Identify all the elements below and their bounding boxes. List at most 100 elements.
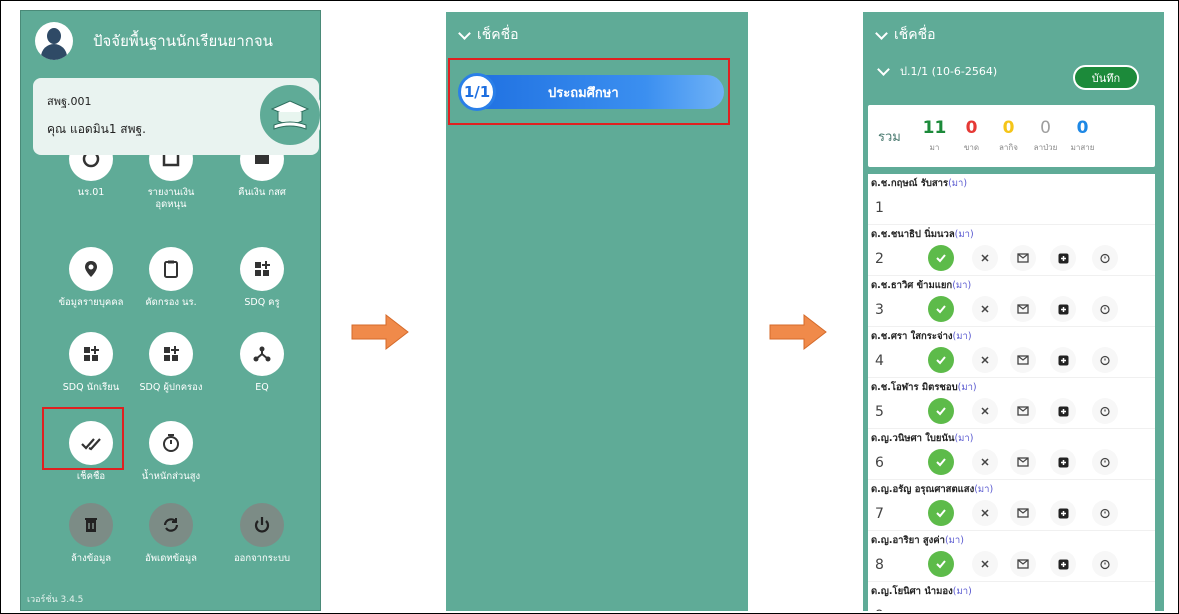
menu-tile-eq[interactable]: EQ <box>217 332 307 394</box>
student-number: 3 <box>875 302 884 318</box>
student-number: 2 <box>875 251 884 267</box>
student-row: ด.ช.ชนาธิป นิ่มนวล(มา) 2 <box>868 225 1155 276</box>
late-clock-icon[interactable] <box>1092 296 1118 322</box>
sick-plus-icon[interactable] <box>1050 500 1076 526</box>
student-number: 7 <box>875 506 884 522</box>
student-name: ด.ช.โอฬาร มิตรชอบ(มา) <box>871 382 977 393</box>
late-clock-icon[interactable] <box>1092 449 1118 475</box>
student-name: ด.ญ.อรัญ อรุณศาสตแสง(มา) <box>871 484 994 495</box>
student-name: ด.ช.ธาวิศ ข้ามแยก(มา) <box>871 280 972 291</box>
sick-plus-icon[interactable] <box>1050 398 1076 424</box>
leave-mail-icon[interactable] <box>1010 551 1036 577</box>
check-name-header[interactable]: เช็คชื่อ <box>458 24 519 46</box>
grid-plus-icon <box>69 332 113 376</box>
menu-tile-screening[interactable]: คัดกรอง นร. <box>126 247 216 309</box>
location-pin-icon <box>69 247 113 291</box>
student-status: (มา) <box>952 586 972 597</box>
header-title: เช็คชื่อ <box>894 27 936 43</box>
student-name: ด.ญ.โยนิศา นำมอง(มา) <box>871 586 972 597</box>
late-clock-icon[interactable] <box>1092 398 1118 424</box>
present-check-icon[interactable] <box>928 245 954 271</box>
sync-icon <box>149 503 193 547</box>
leave-mail-icon[interactable] <box>1010 449 1036 475</box>
menu-tile-update-data[interactable]: อัพเดทข้อมูล <box>126 503 216 565</box>
student-status: (มา) <box>948 178 968 189</box>
menu-tile-logout[interactable]: ออกจากระบบ <box>217 503 307 565</box>
highlight-class-item <box>448 58 730 125</box>
student-status: (มา) <box>954 433 974 444</box>
present-check-icon[interactable] <box>928 347 954 373</box>
menu-tile-sdq-student[interactable]: SDQ นักเรียน <box>46 332 136 394</box>
student-roster: ด.ช.กฤษณ์ รับสาร(มา) 1 ด.ช.ชนาธิป นิ่มนวล(… <box>868 174 1155 611</box>
student-number: 1 <box>875 200 884 216</box>
student-status: (มา) <box>944 535 964 546</box>
save-button[interactable]: บันทึก <box>1073 65 1139 90</box>
leave-mail-icon[interactable] <box>1010 398 1036 424</box>
present-check-icon[interactable] <box>928 296 954 322</box>
menu-tile-clear-data[interactable]: ล้างข้อมูล <box>46 503 136 565</box>
sick-plus-icon[interactable] <box>1050 245 1076 271</box>
student-row: ด.ช.โอฬาร มิตรชอบ(มา) 5 <box>868 378 1155 429</box>
menu-tile-sdq-teacher[interactable]: SDQ ครู <box>217 247 307 309</box>
avatar[interactable] <box>35 22 73 60</box>
present-check-icon[interactable] <box>928 398 954 424</box>
menu-tile-personal-data[interactable]: ข้อมูลรายบุคคล <box>46 247 136 309</box>
menu-tile-sdq-parent[interactable]: SDQ ผู้ปกครอง <box>126 332 216 394</box>
arrow-right-icon <box>769 313 827 351</box>
absent-x-icon[interactable] <box>972 347 998 373</box>
absent-x-icon[interactable] <box>972 398 998 424</box>
student-row: ด.ช.ศรา ใสกระจ่าง(มา) 4 <box>868 327 1155 378</box>
menu-label: นร.01 <box>77 187 105 198</box>
attendance-screen: เช็คชื่อ ป.1/1 (10-6-2564) บันทึก รวม 11… <box>863 12 1164 611</box>
absent-x-icon[interactable] <box>972 500 998 526</box>
class-date-toggle[interactable]: ป.1/1 (10-6-2564) <box>877 62 997 80</box>
student-row: ด.ญ.อาริยา สูงค่า(มา) 8 <box>868 531 1155 582</box>
sick-plus-icon[interactable] <box>1050 347 1076 373</box>
present-check-icon[interactable] <box>928 551 954 577</box>
stat-late: 0 มาสาย <box>1070 118 1095 152</box>
total-label: รวม <box>878 129 901 145</box>
leave-mail-icon[interactable] <box>1010 347 1036 373</box>
student-name: ด.ญ.อาริยา สูงค่า(มา) <box>871 535 964 546</box>
menu-label: คัดกรอง นร. <box>145 297 197 308</box>
present-check-icon[interactable] <box>928 500 954 526</box>
student-number: 4 <box>875 353 884 369</box>
leave-mail-icon[interactable] <box>1010 245 1036 271</box>
chevron-down-icon <box>877 62 890 76</box>
student-number: 6 <box>875 455 884 471</box>
menu-label: SDQ นักเรียน <box>62 382 120 393</box>
late-clock-icon[interactable] <box>1092 347 1118 373</box>
sick-plus-icon[interactable] <box>1050 551 1076 577</box>
trash-icon <box>69 503 113 547</box>
absent-x-icon[interactable] <box>972 296 998 322</box>
student-row: ด.ญ.อรัญ อรุณศาสตแสง(มา) 7 <box>868 480 1155 531</box>
chevron-down-icon <box>875 26 888 40</box>
absent-x-icon[interactable] <box>972 449 998 475</box>
power-icon <box>240 503 284 547</box>
late-clock-icon[interactable] <box>1092 500 1118 526</box>
menu-tile-weight-height[interactable]: น้ำหนักส่วนสูง <box>126 421 216 483</box>
student-status: (มา) <box>952 331 972 342</box>
late-clock-icon[interactable] <box>1092 551 1118 577</box>
student-name: ด.ญ.วนิษศา ใบยนัน(มา) <box>871 433 974 444</box>
student-number: 9 <box>875 608 884 611</box>
present-check-icon[interactable] <box>928 449 954 475</box>
student-row: ด.ช.กฤษณ์ รับสาร(มา) 1 <box>868 174 1155 225</box>
absent-x-icon[interactable] <box>972 551 998 577</box>
leave-mail-icon[interactable] <box>1010 296 1036 322</box>
student-status: (มา) <box>957 382 977 393</box>
absent-x-icon[interactable] <box>972 245 998 271</box>
stat-personal-leave: 0 ลากิจ <box>999 118 1018 152</box>
leave-mail-icon[interactable] <box>1010 500 1036 526</box>
check-name-header[interactable]: เช็คชื่อ <box>875 24 936 46</box>
timer-icon <box>149 421 193 465</box>
sick-plus-icon[interactable] <box>1050 296 1076 322</box>
menu-label: ข้อมูลรายบุคคล <box>58 297 124 308</box>
stat-present: 11 มา <box>922 118 947 152</box>
sick-plus-icon[interactable] <box>1050 449 1076 475</box>
student-status: (มา) <box>974 484 994 495</box>
chevron-down-icon <box>458 26 471 40</box>
late-clock-icon[interactable] <box>1092 245 1118 271</box>
menu-label: ออกจากระบบ <box>233 553 291 564</box>
network-icon <box>240 332 284 376</box>
